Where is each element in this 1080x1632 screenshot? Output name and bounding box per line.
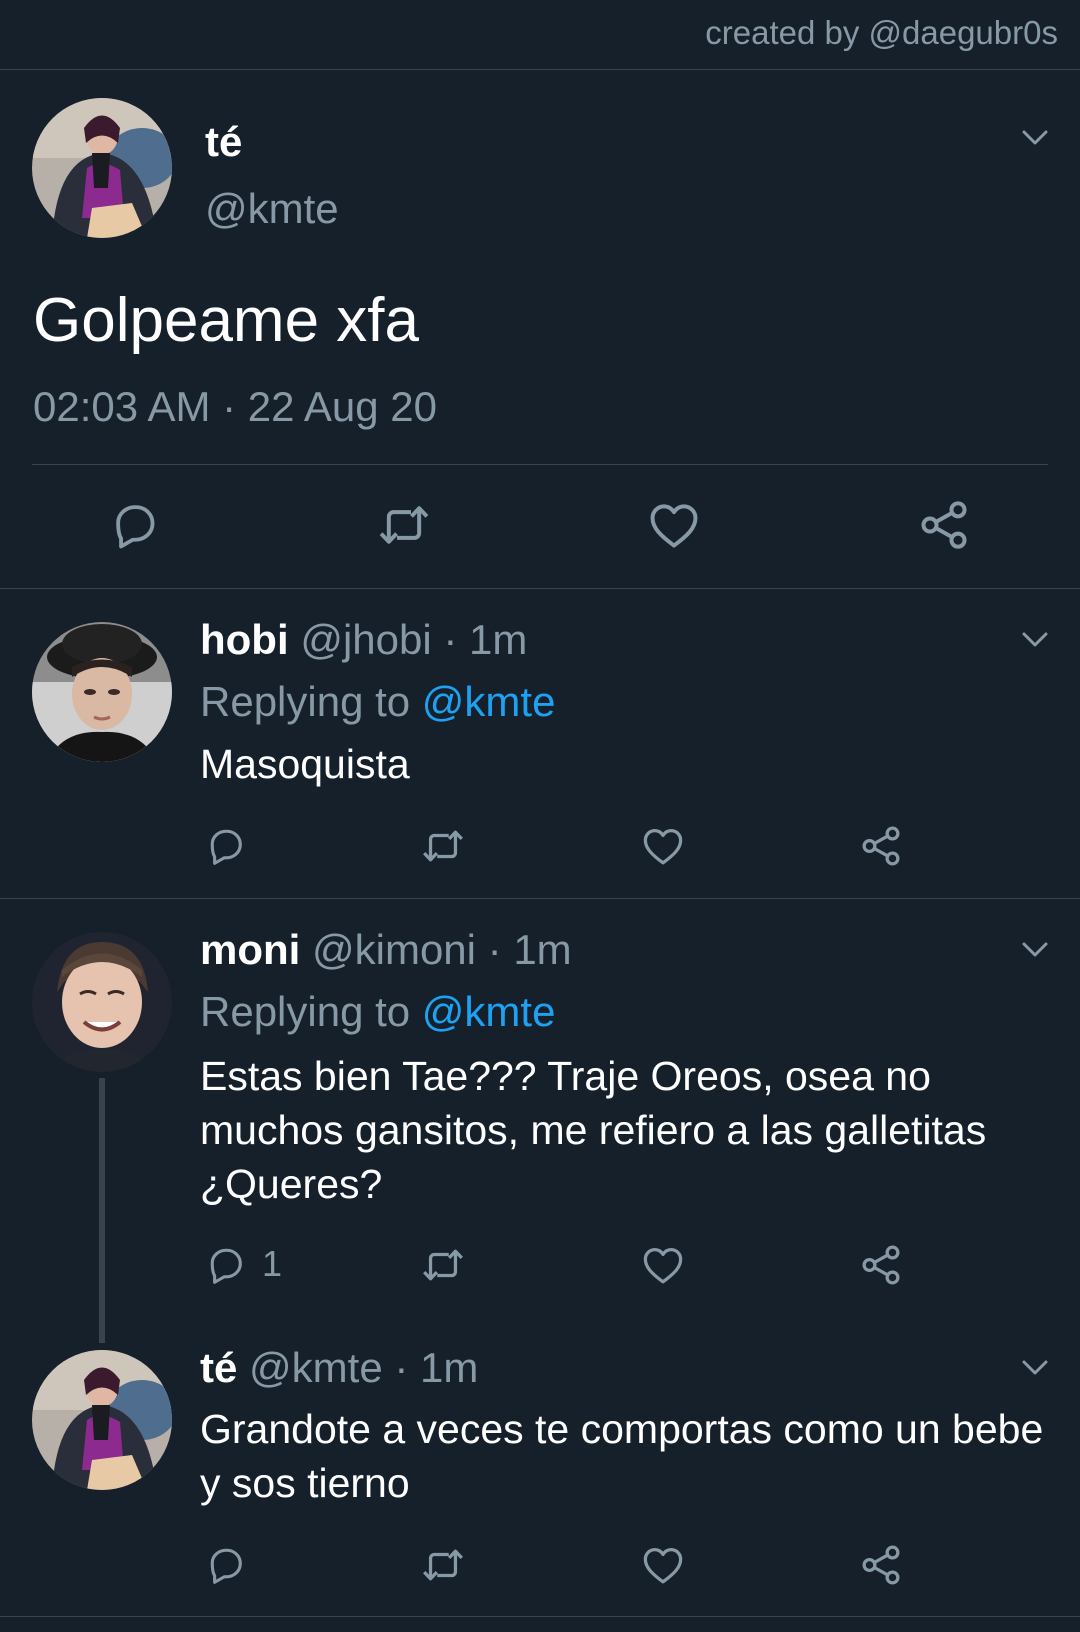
reply-button[interactable] [108,497,162,551]
like-icon [640,1242,686,1288]
replying-label: Replying to [200,988,411,1035]
share-icon [858,1542,904,1588]
share-icon [858,1242,904,1288]
retweet-button[interactable] [418,1542,468,1588]
mention-link[interactable]: @kmte [422,678,556,725]
reply-header: moni @kimoni · 1m [200,926,572,974]
display-name[interactable]: té [200,1344,237,1391]
retweet-icon [418,1242,468,1288]
credit-text: created by @daegubr0s [705,14,1058,51]
retweet-button[interactable] [418,1242,468,1288]
like-icon [646,497,702,553]
share-button[interactable] [858,823,904,869]
display-name[interactable]: té [205,118,242,166]
reply-icon [204,1242,248,1286]
thread-line [99,1078,105,1343]
divider [0,1616,1080,1617]
reply-button[interactable]: 1 [204,1242,282,1286]
reply-icon [108,497,162,551]
header-divider [0,69,1080,70]
tweet-text: Grandote a veces te comportas como un be… [200,1406,1044,1506]
like-icon [640,1542,686,1588]
chevron-down-icon[interactable] [1020,128,1050,148]
share-icon [916,497,972,553]
chevron-down-icon[interactable] [1020,630,1050,650]
like-icon [640,823,686,869]
mention-link[interactable]: @kmte [422,988,556,1035]
share-button[interactable] [858,1242,904,1288]
retweet-icon [374,497,434,553]
retweet-button[interactable] [374,497,434,553]
chevron-down-icon[interactable] [1020,1358,1050,1378]
reply-header: hobi @jhobi · 1m [200,616,527,664]
reply-icon [204,1542,248,1586]
divider [0,588,1080,589]
display-name[interactable]: hobi [200,616,289,663]
like-button[interactable] [640,1242,686,1288]
reply-button[interactable] [204,1542,248,1586]
display-name[interactable]: moni [200,926,300,973]
avatar[interactable] [32,622,172,762]
share-icon [858,823,904,869]
username-time[interactable]: @kmte · 1m [249,1344,478,1391]
reply-icon [204,823,248,867]
like-button[interactable] [640,823,686,869]
tweet-timestamp[interactable]: 02:03 AM · 22 Aug 20 [33,383,437,431]
divider [0,898,1080,899]
reply-button[interactable] [204,823,248,867]
retweet-button[interactable] [418,823,468,869]
chevron-down-icon[interactable] [1020,940,1050,960]
like-button[interactable] [646,497,702,553]
reply-header: té @kmte · 1m [200,1344,478,1392]
retweet-icon [418,1542,468,1588]
replying-to: Replying to @kmte [200,678,555,726]
tweet-text: Golpeame xfa [33,286,419,355]
retweet-icon [418,823,468,869]
replying-label: Replying to [200,678,411,725]
share-button[interactable] [858,1542,904,1588]
username[interactable]: @kmte [205,185,339,233]
tweet-text: Masoquista [200,741,410,787]
username-time[interactable]: @kimoni · 1m [312,926,572,973]
tweet-text: Estas bien Tae??? Traje Oreos, osea no m… [200,1053,987,1207]
avatar[interactable] [32,932,172,1072]
replying-to: Replying to @kmte [200,988,555,1036]
avatar[interactable] [32,98,172,238]
reply-count: 1 [262,1243,283,1284]
share-button[interactable] [916,497,972,553]
username-time[interactable]: @jhobi · 1m [300,616,527,663]
avatar[interactable] [32,1350,172,1490]
like-button[interactable] [640,1542,686,1588]
divider [32,464,1048,465]
